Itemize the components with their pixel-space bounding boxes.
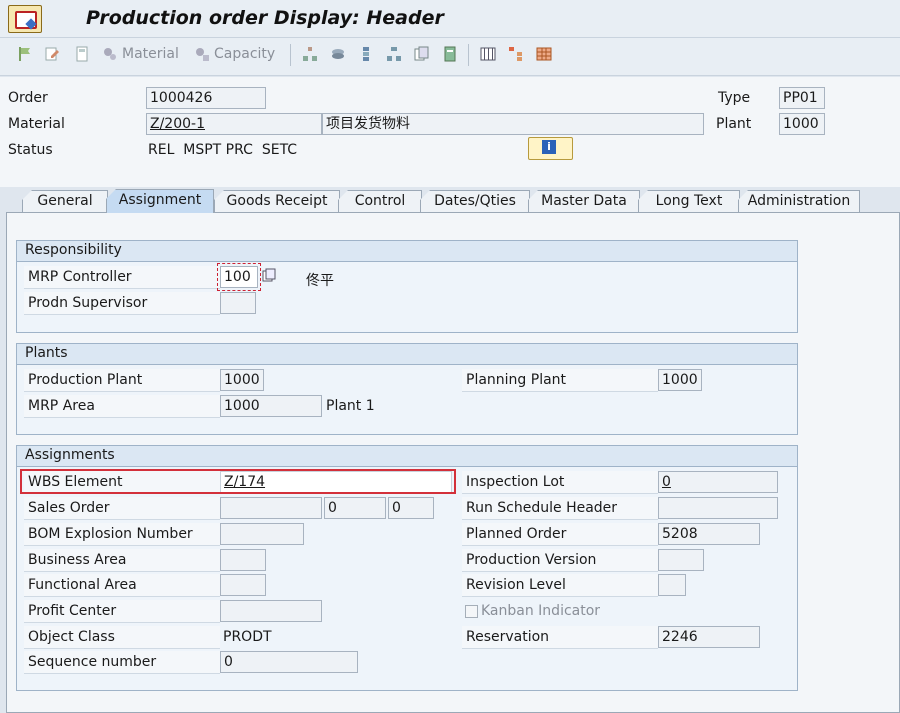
plant-label: Plant <box>716 116 752 132</box>
grid-icon[interactable] <box>536 46 552 62</box>
tab-assignment[interactable]: Assignment <box>106 189 214 213</box>
order-label: Order <box>8 90 48 106</box>
run-schedule-header-field[interactable] <box>658 497 778 519</box>
sales-order-schedule-field[interactable]: 0 <box>388 497 434 519</box>
material-field[interactable]: Z/200-1 <box>146 113 322 135</box>
material-label: Material <box>8 116 65 132</box>
mrp-controller-name: 佟平 <box>306 273 334 289</box>
functional-area-label: Functional Area <box>24 574 220 597</box>
revision-level-field[interactable] <box>658 574 686 596</box>
reservation-field[interactable]: 2246 <box>658 626 760 648</box>
kanban-indicator-checkbox[interactable] <box>465 605 478 618</box>
functional-area-field[interactable] <box>220 574 266 596</box>
material-button[interactable]: Material <box>122 46 179 62</box>
sequence-icon[interactable] <box>358 46 374 62</box>
tab-dates-qties[interactable]: Dates/Qties <box>420 190 530 212</box>
sequence-number-label: Sequence number <box>24 651 220 674</box>
bom-explosion-label: BOM Explosion Number <box>24 523 220 546</box>
business-area-field[interactable] <box>220 549 266 571</box>
revision-level-label: Revision Level <box>462 574 658 597</box>
tab-general[interactable]: General <box>22 190 108 212</box>
mrp-controller-label: MRP Controller <box>24 266 220 289</box>
toolbar-separator <box>468 44 469 66</box>
search-help-icon[interactable] <box>262 268 276 284</box>
assignments-title: Assignments <box>17 446 797 467</box>
stack-icon[interactable] <box>330 46 346 62</box>
production-version-field[interactable] <box>658 549 704 571</box>
material-icon[interactable] <box>102 46 118 62</box>
tab-master-data[interactable]: Master Data <box>528 190 640 212</box>
window-title: Production order Display: Header <box>86 7 444 29</box>
production-version-label: Production Version <box>462 549 658 572</box>
type-label: Type <box>718 90 751 106</box>
planned-order-field[interactable]: 5208 <box>658 523 760 545</box>
tab-goods-receipt[interactable]: Goods Receipt <box>214 190 340 212</box>
planning-plant-label: Planning Plant <box>462 369 658 392</box>
status-info-button[interactable]: i <box>528 137 573 160</box>
run-schedule-header-label: Run Schedule Header <box>462 497 658 520</box>
object-class-label: Object Class <box>24 626 220 649</box>
prodn-supervisor-label: Prodn Supervisor <box>24 292 220 315</box>
inspection-lot-field[interactable]: 0 <box>658 471 778 493</box>
tab-administration[interactable]: Administration <box>738 190 860 212</box>
business-area-label: Business Area <box>24 549 220 572</box>
order-field[interactable]: 1000426 <box>146 87 266 109</box>
capacity-icon[interactable] <box>194 46 210 62</box>
flag-icon[interactable] <box>16 46 32 62</box>
mrp-controller-field[interactable]: 100 <box>220 266 258 288</box>
profit-center-label: Profit Center <box>24 600 220 623</box>
plant-field[interactable]: 1000 <box>779 113 825 135</box>
hierarchy-icon[interactable] <box>302 46 318 62</box>
wbs-element-field[interactable]: Z/174 <box>220 471 452 493</box>
production-plant-field[interactable]: 1000 <box>220 369 264 391</box>
structure-icon[interactable] <box>386 46 402 62</box>
tab-control[interactable]: Control <box>338 190 422 212</box>
sales-order-field[interactable] <box>220 497 322 519</box>
bom-explosion-field[interactable] <box>220 523 304 545</box>
mrp-area-label: MRP Area <box>24 395 220 418</box>
planning-plant-field[interactable]: 1000 <box>658 369 702 391</box>
plants-title: Plants <box>17 344 797 365</box>
columns-icon[interactable] <box>480 46 496 62</box>
application-toolbar: Material Capacity <box>0 38 900 76</box>
type-field[interactable]: PP01 <box>779 87 825 109</box>
tab-long-text[interactable]: Long Text <box>638 190 740 212</box>
info-icon: i <box>542 140 556 154</box>
tree-icon[interactable] <box>508 46 524 62</box>
documents-icon[interactable] <box>414 46 430 62</box>
profit-center-field[interactable] <box>220 600 322 622</box>
sales-order-item-field[interactable]: 0 <box>324 497 386 519</box>
app-menu-icon[interactable] <box>8 5 42 33</box>
prodn-supervisor-field[interactable] <box>220 292 256 314</box>
calculator-icon[interactable] <box>74 46 90 62</box>
toolbar-separator <box>290 44 291 66</box>
sales-order-label: Sales Order <box>24 497 220 520</box>
production-plant-label: Production Plant <box>24 369 220 392</box>
planned-order-label: Planned Order <box>462 523 658 546</box>
component-list-icon[interactable] <box>442 46 458 62</box>
wbs-element-label: WBS Element <box>24 471 220 494</box>
sequence-number-field[interactable]: 0 <box>220 651 358 673</box>
kanban-indicator-label: Kanban Indicator <box>481 603 601 619</box>
status-label: Status <box>8 142 53 158</box>
responsibility-title: Responsibility <box>17 241 797 262</box>
edit-document-icon[interactable] <box>44 46 60 62</box>
title-bar: Production order Display: Header <box>0 0 900 38</box>
status-value: REL MSPT PRC SETC <box>148 142 298 158</box>
mrp-area-description: Plant 1 <box>326 398 375 414</box>
object-class-value: PRODT <box>223 629 272 645</box>
material-description: 项目发货物料 <box>322 113 704 135</box>
inspection-lot-label: Inspection Lot <box>462 471 658 494</box>
capacity-button[interactable]: Capacity <box>214 46 275 62</box>
reservation-label: Reservation <box>462 626 658 649</box>
mrp-area-field[interactable]: 1000 <box>220 395 322 417</box>
